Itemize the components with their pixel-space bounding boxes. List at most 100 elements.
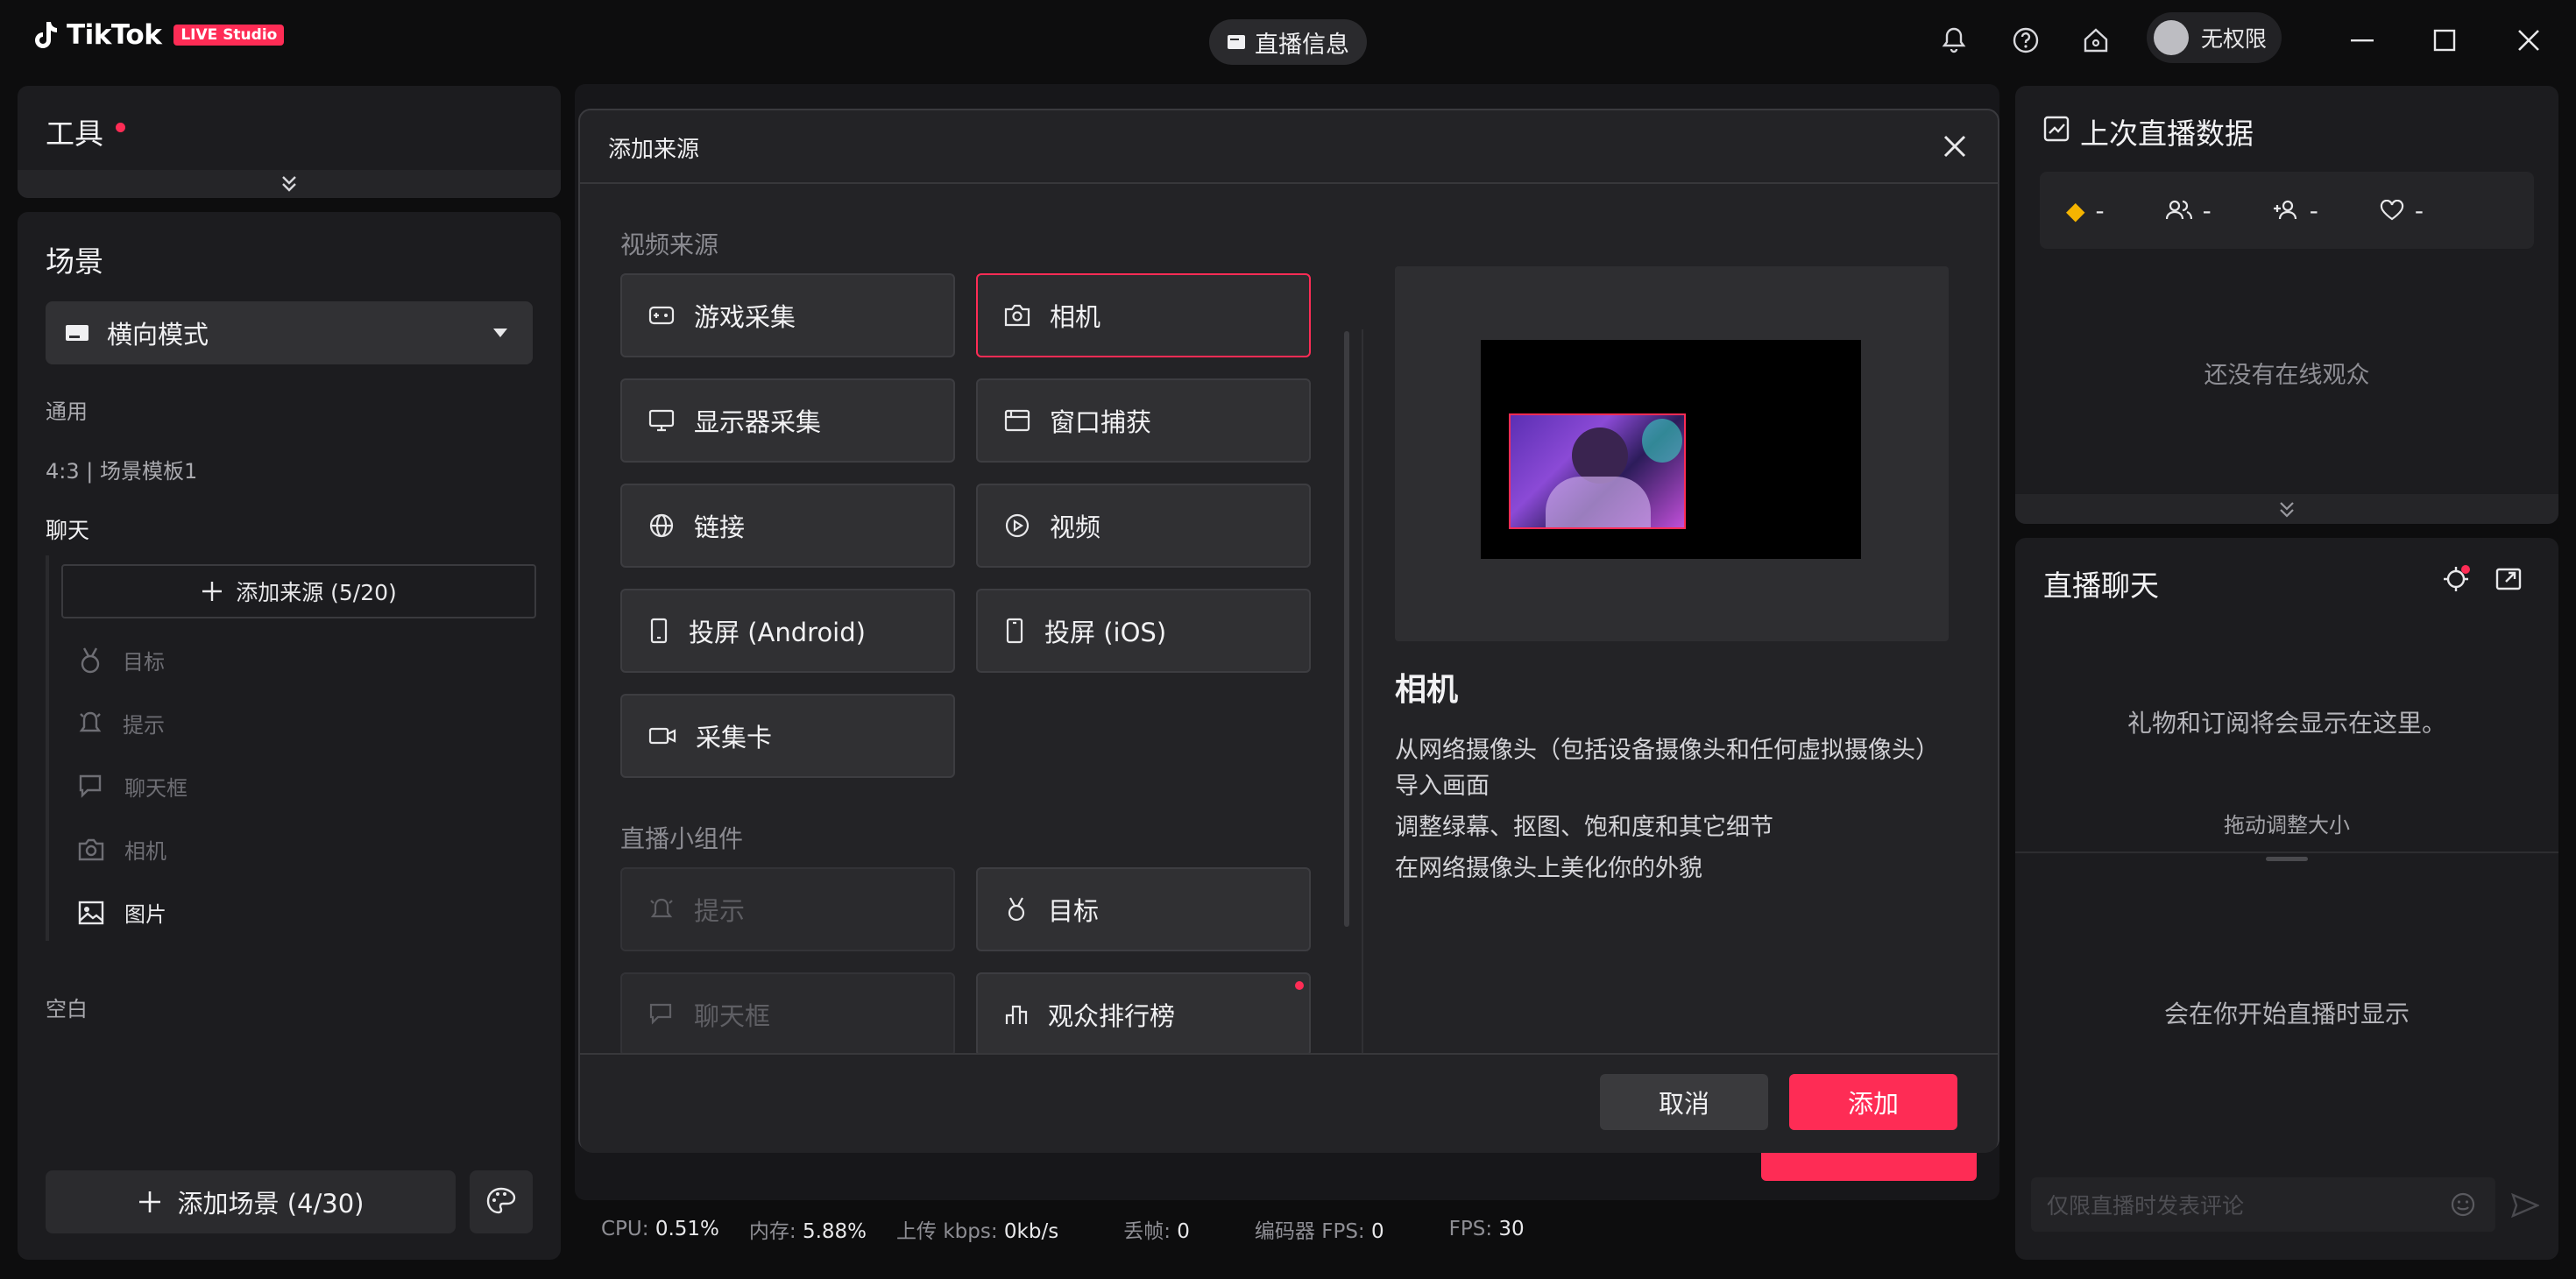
tools-expand-bar[interactable]	[18, 170, 561, 198]
preview-desc-line: 在网络摄像头上美化你的外貌	[1395, 855, 1702, 882]
tiktok-note-icon	[35, 22, 57, 48]
send-icon[interactable]	[2511, 1193, 2539, 1218]
source-item-label: 提示	[123, 713, 165, 738]
dialog-header: 添加来源	[580, 110, 1998, 184]
tree-line	[46, 555, 49, 941]
source-window-capture[interactable]: 窗口捕获	[976, 378, 1311, 463]
live-chat-title: 直播聊天	[2043, 569, 2159, 603]
memory-stat: 内存: 5.88%	[748, 1220, 867, 1243]
source-camera[interactable]: 相机	[976, 273, 1311, 357]
scene-blank-item[interactable]: 空白	[46, 992, 88, 1022]
brand-name: TikTok	[67, 19, 162, 51]
tools-red-dot	[116, 123, 125, 132]
alert-bell-icon	[79, 711, 102, 731]
widget-goal[interactable]: 目标	[976, 867, 1311, 951]
cpu-stat: CPU: 0.51%	[601, 1218, 719, 1240]
user-menu[interactable]: 无权限	[2147, 12, 2282, 63]
scene-template-item[interactable]: 4:3 | 场景模板1	[46, 454, 197, 484]
emoji-icon[interactable]	[2450, 1191, 2476, 1218]
avatar	[2154, 20, 2189, 55]
mode-dropdown[interactable]: 横向模式	[46, 301, 533, 364]
live-studio-badge: LIVE Studio	[173, 25, 285, 46]
dialog-title: 添加来源	[608, 137, 700, 163]
add-person-icon	[2273, 200, 2296, 220]
source-item-chatbox[interactable]: 聊天框	[77, 771, 188, 802]
popout-icon[interactable]	[2495, 566, 2523, 592]
diamond-icon: ◆	[2066, 195, 2085, 225]
mode-label: 横向模式	[107, 320, 209, 350]
chart-icon	[2043, 116, 2070, 142]
window-icon	[1004, 409, 1030, 432]
minimize-icon[interactable]	[2343, 21, 2381, 60]
live-info-label: 直播信息	[1255, 31, 1349, 59]
camera-icon	[1004, 304, 1030, 327]
scene-title: 场景	[46, 244, 103, 279]
last-stream-panel: 上次直播数据 ◆ - - - - 还没有在线观众	[2015, 86, 2558, 524]
maximize-icon[interactable]	[2425, 21, 2464, 60]
last-stream-expand-bar[interactable]	[2015, 494, 2558, 524]
source-item-alert[interactable]: 提示	[77, 708, 165, 738]
preview-desc-line: 调整绿幕、抠图、饱和度和其它细节	[1395, 814, 1773, 841]
cancel-button[interactable]: 取消	[1600, 1074, 1768, 1130]
chat-input[interactable]: 仅限直播时发表评论	[2031, 1177, 2495, 1232]
close-window-icon[interactable]	[2509, 21, 2548, 60]
preview-title: 相机	[1395, 672, 1459, 708]
play-circle-icon	[1005, 513, 1030, 538]
plus-icon	[202, 582, 223, 601]
diamonds-stat: ◆ -	[2066, 195, 2105, 225]
source-item-camera[interactable]: 相机	[77, 834, 166, 865]
add-scene-button[interactable]: 添加场景 (4/30)	[46, 1170, 456, 1233]
add-button[interactable]: 添加	[1789, 1074, 1957, 1130]
live-info-button[interactable]: 直播信息	[1209, 19, 1367, 65]
double-chevron-down-icon	[282, 176, 296, 192]
resize-hint: 拖动调整大小	[2224, 813, 2350, 837]
tiktok-logo: TikTok LIVE Studio	[32, 19, 285, 51]
chatbox-icon	[79, 774, 102, 798]
preview-canvas	[1481, 340, 1861, 559]
widget-alert: 提示	[620, 867, 955, 951]
source-game-capture[interactable]: 游戏采集	[620, 273, 955, 357]
source-screencast-android[interactable]: 投屏 (Android)	[620, 589, 955, 673]
source-video[interactable]: 视频	[976, 484, 1311, 568]
source-item-image[interactable]: 图片	[77, 897, 166, 928]
add-scene-label: 添加场景 (4/30)	[177, 1189, 364, 1219]
last-stream-title: 上次直播数据	[2080, 117, 2254, 151]
source-capture-card[interactable]: 采集卡	[620, 694, 955, 778]
home-icon[interactable]	[2077, 21, 2115, 60]
live-chat-panel: 直播聊天 礼物和订阅将会显示在这里。 拖动调整大小 会在你开始直播时显示 仅限直…	[2015, 538, 2558, 1260]
dialog-close-icon[interactable]	[1942, 133, 1968, 159]
chat-settings-icon[interactable]	[2441, 564, 2471, 594]
resize-divider[interactable]	[2015, 851, 2558, 853]
theme-palette-button[interactable]	[470, 1170, 533, 1233]
preview-description: 从网络摄像头（包括设备摄像头和任何虚拟摄像头）导入画面 调整绿幕、抠图、饱和度和…	[1395, 732, 1938, 887]
upload-stat: 上传 kbps: 0kb/s	[896, 1220, 1059, 1243]
dropdown-caret-icon	[493, 329, 507, 337]
medal-icon	[1008, 897, 1025, 922]
scene-panel: 场景 横向模式 通用 4:3 | 场景模板1 聊天 添加来源 (5/20) 目标…	[18, 212, 561, 1260]
source-display-capture[interactable]: 显示器采集	[620, 378, 955, 463]
source-preview	[1395, 266, 1949, 641]
resize-handle[interactable]	[2266, 857, 2308, 861]
last-stream-stats: ◆ - - - -	[2040, 172, 2534, 249]
start-stream-message: 会在你开始直播时显示	[2163, 1000, 2410, 1028]
palette-icon	[486, 1187, 516, 1214]
heart-icon	[2380, 200, 2403, 221]
source-item-goal[interactable]: 目标	[77, 645, 165, 675]
chat-input-placeholder: 仅限直播时发表评论	[2047, 1193, 2245, 1219]
leaderboard-icon	[1005, 1005, 1028, 1024]
scene-chat-item[interactable]: 聊天	[46, 513, 89, 545]
widget-viewer-leaderboard[interactable]: 观众排行榜	[976, 972, 1311, 1056]
phone-icon	[650, 618, 668, 644]
source-link[interactable]: 链接	[620, 484, 955, 568]
help-icon[interactable]	[2006, 21, 2045, 60]
notification-bell-icon[interactable]	[1935, 21, 1973, 60]
encoder-fps-stat: 编码器 FPS: 0	[1254, 1220, 1384, 1243]
source-screencast-ios[interactable]: 投屏 (iOS)	[976, 589, 1311, 673]
new-red-dot	[1295, 981, 1304, 990]
dialog-footer: 取消 添加	[580, 1053, 1998, 1153]
add-source-button[interactable]: 添加来源 (5/20)	[61, 564, 536, 618]
video-camera-icon	[648, 727, 676, 745]
card-icon	[1228, 35, 1245, 49]
list-scrollbar[interactable]	[1344, 331, 1349, 927]
people-icon	[2165, 200, 2192, 220]
